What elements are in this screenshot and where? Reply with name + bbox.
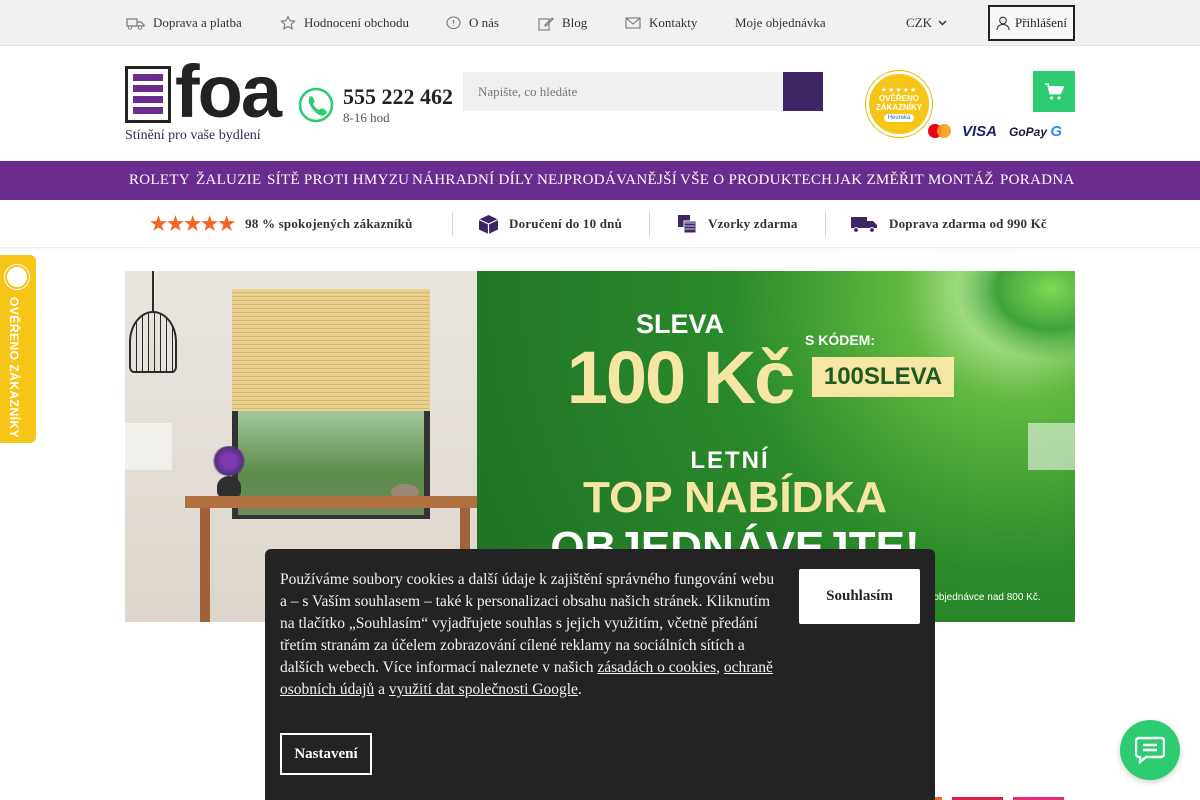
promo-fine-print: ři objednávce nad 800 Kč.: [925, 592, 1041, 603]
heureka-side-badge[interactable]: OVĚŘENO ZÁKAZNÍKY: [0, 255, 36, 443]
heureka-stars: ★★★★★: [880, 86, 918, 94]
nav-item-nahradni-dily[interactable]: NÁHRADNÍ DÍLY: [412, 161, 534, 200]
divider: [649, 212, 650, 236]
link-contacts[interactable]: Kontakty: [625, 0, 697, 46]
edit-icon: [538, 16, 554, 31]
venetian-blind: [232, 289, 430, 411]
nav-item-montaz[interactable]: MONTÁŽ: [928, 161, 994, 200]
link-label: Hodnocení obchodu: [304, 15, 410, 30]
pendant-lamp: [129, 311, 177, 373]
currency-select[interactable]: CZK: [906, 0, 947, 46]
divider: [825, 212, 826, 236]
carousel-prev-button[interactable]: [125, 423, 172, 470]
benefit-delivery-text: Doručení do 10 dnů: [509, 216, 623, 231]
benefit-rating-text: 98 % spokojených zákazníků: [245, 216, 413, 231]
phone-number[interactable]: 555 222 462: [343, 84, 453, 110]
heureka-line2: ZÁKAZNÍKY: [875, 103, 923, 112]
cart-button[interactable]: [1033, 71, 1075, 112]
phone-icon: [298, 87, 334, 123]
link-label: Blog: [562, 15, 588, 30]
benefits-bar: ★★★★★ 98 % spokojených zákazníků Doručen…: [0, 200, 1200, 248]
promo-amount: 100 Kč: [566, 336, 796, 419]
carousel-next-button[interactable]: [1028, 423, 1075, 470]
payment-logos: VISA GoPay G: [928, 121, 1062, 141]
fabric-sample-icon: [678, 215, 697, 234]
promo-season: LETNÍ: [690, 447, 770, 474]
search-button[interactable]: [783, 72, 823, 111]
link-label: Moje objednávka: [735, 15, 826, 30]
promo-headline: TOP NABÍDKA: [583, 473, 887, 522]
cart-icon: [1045, 82, 1064, 100]
gopay-logo: GoPay G: [1009, 122, 1063, 140]
promo-code: 100SLEVA: [812, 357, 954, 397]
nav-item-poradna[interactable]: PORADNA: [1000, 161, 1075, 200]
logo-text: foa: [175, 50, 282, 133]
truck-icon: [126, 17, 145, 30]
link-my-order[interactable]: Moje objednávka: [735, 0, 826, 46]
link-about[interactable]: O nás: [446, 0, 499, 46]
link-store-rating[interactable]: Hodnocení obchodu: [280, 0, 409, 46]
search-input[interactable]: [463, 72, 783, 111]
link-shipping-payment[interactable]: Doprava a platba: [126, 0, 242, 46]
benefit-delivery: Doručení do 10 dnů: [478, 200, 622, 248]
side-badge-label: OVĚŘENO ZÁKAZNÍKY: [7, 297, 21, 439]
cookie-settings-button[interactable]: Nastavení: [280, 733, 372, 775]
chevron-down-icon: [938, 20, 947, 26]
nav-item-nejprodavanejsi[interactable]: NEJPRODÁVANĚJŠÍ: [537, 161, 677, 200]
link-cookie-policy[interactable]: zásadách o cookies: [597, 659, 716, 676]
vase: [217, 476, 241, 498]
accept-cookies-button[interactable]: Souhlasím: [799, 569, 920, 624]
leaves: [955, 271, 1075, 361]
rating-stars: ★★★★★: [150, 213, 236, 235]
login-button[interactable]: Přihlášení: [988, 5, 1075, 41]
mastercard-logo: [928, 124, 952, 138]
benefit-samples-text: Vzorky zdarma: [708, 216, 798, 231]
benefit-rating[interactable]: ★★★★★ 98 % spokojených zákazníků: [150, 200, 413, 248]
heureka-verified-badge[interactable]: ★★★★★ OVĚŘENO ZÁKAZNÍKY Heureka: [866, 71, 932, 137]
divider: [452, 212, 453, 236]
heureka-line1: OVĚŘENO: [878, 94, 919, 103]
nav-item-rolety[interactable]: ROLETY: [129, 161, 190, 200]
chat-button[interactable]: [1120, 720, 1180, 780]
user-icon: [996, 16, 1010, 30]
delivery-truck-icon: [851, 216, 877, 233]
nav-item-zaluzie[interactable]: ŽALUZIE: [196, 161, 261, 200]
currency-value: CZK: [906, 15, 932, 30]
info-icon: [446, 15, 461, 29]
nav-item-jak-zmerit[interactable]: JAK ZMĚŘIT: [834, 161, 924, 200]
benefit-free-shipping: Doprava zdarma od 990 Kč: [850, 200, 1047, 248]
benefit-free-shipping-text: Doprava zdarma od 990 Kč: [889, 216, 1047, 231]
logo-mark: [125, 66, 171, 123]
nav-item-site-proti-hmyzu[interactable]: SÍTĚ PROTI HMYZU: [267, 161, 409, 200]
heureka-mini-logo: [5, 265, 29, 289]
mail-icon: [625, 17, 641, 29]
table: [185, 496, 485, 508]
link-google-data[interactable]: využití dat společnosti Google: [389, 681, 578, 698]
link-label: Doprava a platba: [153, 15, 242, 30]
phone-hours: 8-16 hod: [343, 110, 390, 125]
tagline: Stínění pro vaše bydlení: [125, 128, 261, 143]
visa-logo: VISA: [962, 122, 998, 140]
link-blog[interactable]: Blog: [538, 0, 587, 46]
chat-icon: [1135, 736, 1165, 764]
flowers: [211, 446, 247, 476]
main-navigation: ROLETY ŽALUZIE SÍTĚ PROTI HMYZU NÁHRADNÍ…: [0, 161, 1200, 200]
heureka-brand: Heureka: [883, 114, 915, 122]
top-utility-bar: Doprava a platba Hodnocení obchodu O nás…: [0, 0, 1200, 46]
cookie-consent-dialog: Používáme soubory cookies a další údaje …: [265, 549, 935, 800]
benefit-samples: Vzorky zdarma: [676, 200, 798, 248]
link-label: Kontakty: [649, 15, 698, 30]
star-outline-icon: [280, 15, 296, 30]
link-label: O nás: [469, 15, 499, 30]
nav-item-vse-o-produktech[interactable]: VŠE O PRODUKTECH: [680, 161, 832, 200]
package-icon: [478, 214, 499, 234]
cookie-text: Používáme soubory cookies a další údaje …: [280, 571, 775, 698]
login-label: Přihlášení: [1015, 15, 1067, 30]
promo-code-label: S KÓDEM:: [805, 332, 875, 348]
